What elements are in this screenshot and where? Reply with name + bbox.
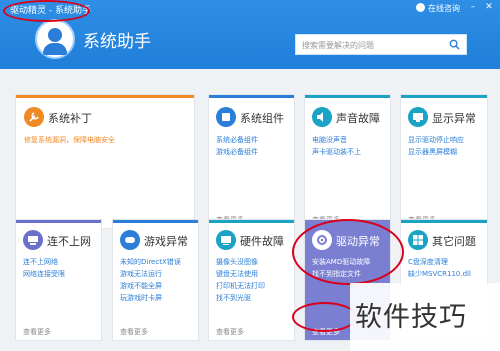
card-desc[interactable]: 游戏无法运行 [120,269,162,280]
card-hardware-fault[interactable]: 硬件故障 摄像头没图像 键盘无法使用 打印机无法打印 找不到光驱 查看更多 [208,219,295,341]
card-desc[interactable]: 显示器黑屏模糊 [408,147,457,158]
card-desc[interactable]: 声卡驱动装不上 [312,147,361,158]
app-logo-icon [35,19,75,59]
card-title: 连不上网 [47,235,91,248]
card-desc[interactable]: 电脑没声音 [312,135,347,146]
card-no-network[interactable]: 连不上网 连不上网络 网络连接受限 查看更多 [15,219,102,341]
card-desc[interactable]: 键盘无法使用 [216,269,258,280]
header: 驱动精灵 - 系统助手 在线咨询 – ✕ 系统助手 搜索需要解决的问题 [0,0,500,69]
app-title: 系统助手 [83,32,151,52]
card-desc[interactable]: 系统必备组件 [216,135,258,146]
card-desc[interactable]: 未知的DirectX错误 [120,257,181,268]
card-display-issue[interactable]: 显示异常 显示驱动停止响应 显示器黑屏模糊 查看更多 [400,94,488,229]
gear-icon [312,230,332,250]
gamepad-icon [120,230,140,250]
hardware-icon [216,230,236,250]
close-button[interactable]: ✕ [484,2,494,12]
network-icon [23,230,43,250]
monitor-icon [408,107,428,127]
card-desc[interactable]: 修复系统漏洞，保障电脑安全 [24,135,115,146]
puzzle-icon [216,107,236,127]
watermark-text: 软件技巧 [355,302,467,333]
card-desc[interactable]: 摄像头没图像 [216,257,258,268]
card-desc[interactable]: 网络连接受限 [23,269,65,280]
search-icon[interactable] [449,39,460,50]
window-title: 驱动精灵 - 系统助手 [10,6,91,16]
card-desc[interactable]: 游戏必备组件 [216,147,258,158]
speaker-icon [312,107,332,127]
card-desc[interactable]: C盘深度清理 [408,257,448,268]
card-desc[interactable]: 显示驱动停止响应 [408,135,464,146]
search-placeholder: 搜索需要解决的问题 [302,41,374,50]
card-desc[interactable]: 玩游戏时卡屏 [120,293,162,304]
card-title: 硬件故障 [240,235,284,248]
minimize-button[interactable]: – [468,2,478,12]
search-input[interactable]: 搜索需要解决的问题 [295,34,467,55]
card-title: 系统补丁 [48,112,92,125]
title-bar: 驱动精灵 - 系统助手 在线咨询 – ✕ [0,0,500,17]
card-system-patch[interactable]: 系统补丁 修复系统漏洞，保障电脑安全 [15,94,195,229]
card-system-components[interactable]: 系统组件 系统必备组件 游戏必备组件 查看更多 [208,94,295,229]
card-desc[interactable]: 缺少MSVCR110.dll [408,269,471,280]
card-title: 系统组件 [240,112,284,125]
card-desc[interactable]: 连不上网络 [23,257,58,268]
wrench-icon [24,107,44,127]
card-desc[interactable]: 找不到指定文件 [312,269,361,280]
chat-icon [416,3,425,12]
view-more-link[interactable]: 查看更多 [23,327,51,337]
card-desc[interactable]: 安装AMD驱动故障 [312,257,370,268]
view-more-link[interactable]: 查看更多 [312,327,340,337]
card-game-issue[interactable]: 游戏异常 未知的DirectX错误 游戏无法运行 游戏不能全屏 玩游戏时卡屏 查… [112,219,199,341]
card-title: 驱动异常 [336,235,380,248]
card-title: 游戏异常 [144,235,188,248]
view-more-link[interactable]: 查看更多 [216,327,244,337]
card-desc[interactable]: 找不到光驱 [216,293,251,304]
online-consult-link[interactable]: 在线咨询 [416,3,460,14]
card-title: 声音故障 [336,112,380,125]
card-sound-fault[interactable]: 声音故障 电脑没声音 声卡驱动装不上 查看更多 [304,94,391,229]
card-title: 其它问题 [432,235,476,248]
card-desc[interactable]: 打印机无法打印 [216,281,265,292]
watermark: 软件技巧 [350,283,500,351]
windows-icon [408,230,428,250]
view-more-link[interactable]: 查看更多 [120,327,148,337]
card-title: 显示异常 [432,112,476,125]
card-desc[interactable]: 游戏不能全屏 [120,281,162,292]
